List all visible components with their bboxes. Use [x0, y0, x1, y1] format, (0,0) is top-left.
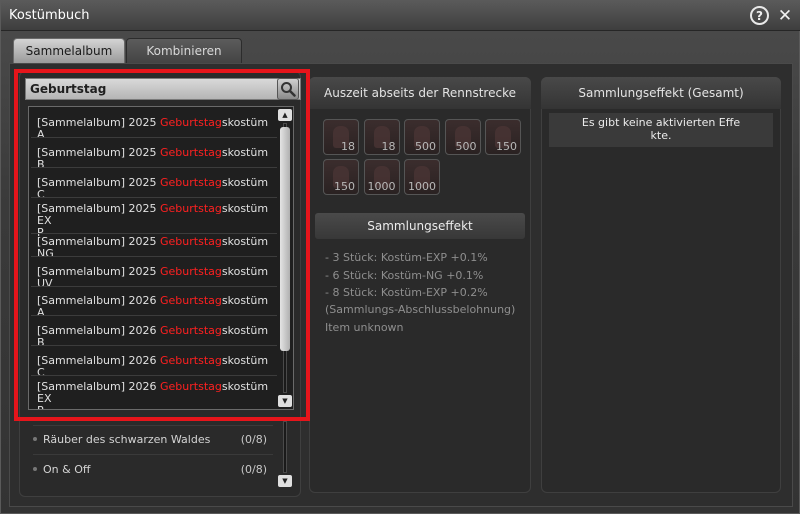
suggestion-match: Geburtstag	[160, 116, 222, 129]
bullet-icon	[33, 467, 37, 471]
suggestion-prefix: [Sammelalbum] 2025	[37, 116, 161, 129]
effect-line: Item unknown	[325, 321, 404, 334]
window-title: Kostümbuch	[9, 8, 90, 23]
suggestion-prefix: [Sammelalbum] 2026	[37, 380, 161, 393]
suggestion-prefix: [Sammelalbum] 2025	[37, 265, 161, 278]
no-effect-message-line: kte.	[650, 129, 672, 142]
costume-slot[interactable]: 1000	[404, 159, 440, 195]
search-suggestion-dropdown: [Sammelalbum] 2025 Geburtstagskostüm A [S…	[28, 106, 294, 410]
total-effect-title: Sammlungseffekt (Gesamt)	[541, 77, 781, 109]
suggestion-prefix: [Sammelalbum] 2025	[37, 235, 161, 248]
suggestion-divider	[31, 345, 277, 346]
suggestion-match: Geburtstag	[160, 380, 222, 393]
suggestion-divider	[31, 167, 277, 168]
costume-book-window: Kostümbuch ? ✕ Sammelalbum Kombinieren […	[0, 0, 800, 514]
suggestion-match: Geburtstag	[160, 202, 222, 215]
slot-quantity: 150	[496, 140, 517, 153]
album-name: Räuber des schwarzen Waldes	[43, 433, 211, 446]
suggestion-item[interactable]: [Sammelalbum] 2026 Geburtstagskostüm EXP	[37, 381, 275, 410]
costume-slot[interactable]: 1000	[363, 159, 400, 195]
suggestion-match: Geburtstag	[160, 265, 222, 278]
search-button[interactable]	[277, 78, 299, 100]
suggestion-match: Geburtstag	[160, 146, 222, 159]
album-count: (0/8)	[240, 433, 267, 446]
slot-quantity: 150	[334, 180, 355, 193]
suggestion-divider	[31, 137, 277, 138]
magnifier-icon	[281, 82, 296, 97]
costume-slot[interactable]: 150	[323, 159, 359, 195]
suggestion-divider	[31, 375, 277, 376]
slot-quantity: 18	[341, 140, 355, 153]
slot-quantity: 18	[381, 140, 396, 153]
tab-collection-album[interactable]: Sammelalbum	[13, 38, 125, 64]
costume-slot[interactable]: 500	[444, 119, 481, 155]
suggestion-divider	[31, 233, 277, 234]
costume-slot[interactable]: 18	[363, 119, 400, 155]
suggestion-prefix: [Sammelalbum] 2026	[37, 324, 161, 337]
suggestion-prefix: [Sammelalbum] 2026	[37, 354, 161, 367]
slot-quantity: 1000	[408, 180, 436, 193]
search-field[interactable]	[25, 78, 301, 100]
close-button[interactable]: ✕	[775, 6, 795, 26]
bullet-icon	[33, 437, 37, 441]
suggestion-match: Geburtstag	[160, 324, 222, 337]
scroll-down-arrow-icon[interactable]: ▼	[278, 475, 292, 487]
effect-line: - 3 Stück: Kostüm-EXP +0.1%	[325, 251, 488, 264]
costume-slot[interactable]: 500	[404, 119, 440, 155]
row-divider	[33, 425, 273, 426]
suggestion-prefix: [Sammelalbum] 2025	[37, 202, 161, 215]
album-count: (0/8)	[240, 463, 267, 476]
effect-line: (Sammlungs-Abschlussbelohnung)	[325, 303, 516, 316]
row-divider	[33, 454, 273, 455]
album-detail-title: Auszeit abseits der Rennstrecke	[309, 77, 531, 109]
suggestion-prefix: [Sammelalbum] 2025	[37, 176, 161, 189]
suggestion-prefix: [Sammelalbum] 2026	[37, 294, 161, 307]
costume-slot[interactable]: 18	[323, 119, 359, 155]
help-button[interactable]: ?	[750, 6, 769, 25]
suggestion-divider	[31, 256, 277, 257]
suggestion-prefix: [Sammelalbum] 2025	[37, 146, 161, 159]
costume-slot[interactable]: 150	[485, 119, 521, 155]
search-input[interactable]	[30, 80, 270, 98]
album-item-raeuber[interactable]: Räuber des schwarzen Waldes (0/8)	[33, 429, 273, 453]
suggestion-match: Geburtstag	[160, 176, 222, 189]
suggestion-divider	[31, 315, 277, 316]
collection-effect-title: Sammlungseffekt	[315, 213, 525, 239]
no-effect-message: Es gibt keine aktivierten Effe kte.	[549, 113, 773, 147]
suggestion-wrap: P	[37, 404, 44, 410]
dropdown-scrollbar[interactable]: ▲ ▼	[278, 109, 292, 407]
scroll-up-arrow-icon[interactable]: ▲	[278, 109, 292, 121]
slot-quantity: 500	[455, 140, 477, 153]
no-effect-message-line: Es gibt keine aktivierten Effe	[581, 116, 741, 129]
effect-line: - 8 Stück: Kostüm-EXP +0.2%	[325, 286, 488, 299]
suggestion-match: Geburtstag	[160, 354, 222, 367]
suggestion-match: Geburtstag	[160, 235, 222, 248]
title-bar: Kostümbuch ? ✕	[1, 1, 800, 31]
suggestion-divider	[31, 197, 277, 198]
album-item-on-off[interactable]: On & Off (0/8)	[33, 459, 273, 483]
slot-quantity: 1000	[367, 180, 396, 193]
scroll-down-arrow-icon[interactable]: ▼	[278, 395, 292, 407]
effect-line: - 6 Stück: Kostüm-NG +0.1%	[325, 269, 484, 282]
suggestion-match: Geburtstag	[160, 294, 222, 307]
scroll-thumb[interactable]	[280, 127, 290, 351]
tab-combine[interactable]: Kombinieren	[126, 38, 242, 64]
suggestion-divider	[31, 286, 277, 287]
album-name: On & Off	[43, 463, 91, 476]
album-list-scrollbar[interactable]: ▼	[278, 421, 292, 487]
scroll-track[interactable]	[283, 421, 287, 473]
slot-quantity: 500	[415, 140, 436, 153]
